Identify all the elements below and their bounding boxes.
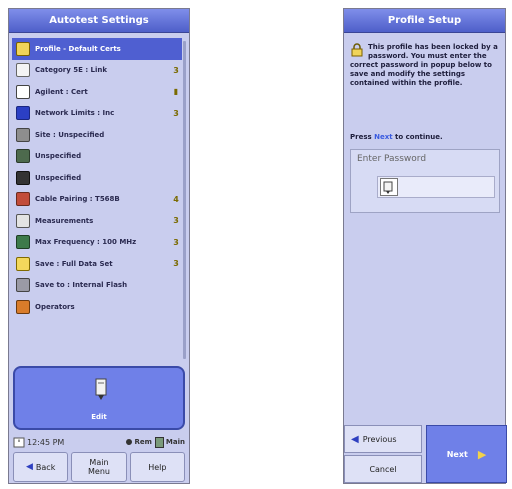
measurements-icon — [16, 213, 30, 228]
save-icon — [16, 256, 30, 271]
clock-icon — [13, 437, 25, 447]
settings-item[interactable]: Cable Pairing : T568B 4 — [12, 189, 182, 211]
previous-button[interactable]: ◀ Previous — [344, 425, 422, 453]
continue-next: Next — [374, 133, 393, 141]
settings-item-label: Operators — [35, 302, 75, 311]
next-button[interactable]: Next ▶ — [426, 425, 507, 483]
password-placeholder: Enter Password — [357, 154, 427, 164]
back-label: Back — [35, 462, 56, 472]
frequency-icon — [16, 235, 30, 250]
settings-item[interactable]: Save : Full Data Set 3 — [12, 253, 182, 275]
previous-arrow-icon: ◀ — [351, 433, 359, 445]
settings-item-label: Site : Unspecified — [35, 130, 105, 139]
settings-item-label: Unspecified — [35, 152, 82, 161]
previous-label: Previous — [362, 434, 397, 444]
edit-label: Edit — [91, 413, 107, 421]
main-menu-label: Main Menu — [88, 458, 110, 476]
continue-pre: Press — [350, 133, 372, 141]
settings-item[interactable]: Site : Unspecified — [12, 124, 182, 146]
keyboard-pen-icon — [383, 181, 393, 194]
status-remote-label: Rem — [134, 438, 152, 446]
settings-item[interactable]: Agilent : Cert ▮ — [12, 81, 182, 103]
continue-post: to continue. — [395, 133, 443, 141]
settings-item[interactable]: Operators — [12, 296, 182, 318]
settings-item[interactable]: Profile - Default Certs — [12, 38, 182, 60]
autotest-settings-title: Autotest Settings — [9, 9, 189, 33]
settings-item-label: Agilent : Cert — [35, 87, 88, 96]
autotest-settings-screen: Autotest Settings Profile - Default Cert… — [8, 8, 190, 484]
continue-message: Press Next to continue. — [350, 133, 443, 141]
settings-item-indicator: 3 — [173, 259, 179, 269]
network-limits-icon — [16, 106, 30, 121]
settings-item-indicator: 3 — [173, 108, 179, 118]
settings-item[interactable]: Save to : Internal Flash — [12, 275, 182, 297]
main-menu-button[interactable]: Main Menu — [71, 452, 127, 482]
settings-item[interactable]: Measurements 3 — [12, 210, 182, 232]
battery-icon — [154, 436, 164, 448]
back-button[interactable]: ◀ Back — [13, 452, 69, 482]
keyboard-button[interactable] — [380, 178, 398, 196]
operators-icon — [16, 299, 30, 314]
help-button[interactable]: Help — [129, 452, 185, 482]
building-icon — [16, 127, 30, 142]
password-input[interactable] — [377, 176, 495, 198]
profile-setup-screen: Profile Setup This profile has been lock… — [343, 8, 507, 484]
settings-item-indicator: 3 — [173, 216, 179, 226]
settings-list: Profile - Default Certs Category 5E : Lin… — [12, 38, 182, 362]
settings-scrollbar[interactable] — [183, 41, 186, 359]
help-label: Help — [148, 462, 167, 472]
next-arrow-icon: ▶ — [477, 447, 487, 461]
settings-item-label: Unspecified — [35, 173, 82, 182]
profile-setup-title: Profile Setup — [344, 9, 505, 33]
status-bar: 12:45 PM Rem Main — [13, 435, 185, 449]
settings-item-label: Save : Full Data Set — [35, 259, 113, 268]
settings-item-label: Cable Pairing : T568B — [35, 195, 120, 204]
password-popup: Enter Password — [350, 149, 500, 213]
settings-item[interactable]: Category 5E : Link 3 — [12, 60, 182, 82]
settings-item-label: Save to : Internal Flash — [35, 281, 128, 290]
settings-item-label: Network Limits : Inc — [35, 109, 115, 118]
settings-item[interactable]: Network Limits : Inc 3 — [12, 103, 182, 125]
document-icon — [16, 63, 30, 78]
storage-icon — [16, 278, 30, 293]
settings-item-label: Profile - Default Certs — [35, 44, 121, 53]
settings-item[interactable]: Max Frequency : 100 MHz 3 — [12, 232, 182, 254]
next-label: Next — [446, 449, 468, 459]
settings-item-indicator: ▮ — [173, 87, 179, 97]
settings-item[interactable]: Unspecified — [12, 146, 182, 168]
status-main-label: Main — [165, 438, 185, 446]
status-time: 12:45 PM — [27, 437, 65, 447]
technician-icon — [16, 149, 30, 164]
tester-icon — [16, 170, 30, 185]
settings-item-label: Category 5E : Link — [35, 66, 108, 75]
settings-item[interactable]: Unspecified — [12, 167, 182, 189]
edit-pen-icon — [95, 378, 107, 400]
settings-item-indicator: 4 — [173, 194, 179, 204]
cancel-label: Cancel — [369, 464, 397, 474]
bottom-buttons: ◀ Back Main Menu Help — [13, 452, 185, 482]
padlock-icon — [16, 41, 30, 56]
cancel-button[interactable]: Cancel — [344, 455, 422, 483]
cable-pairing-icon — [16, 192, 30, 207]
agilent-icon — [16, 84, 30, 99]
status-indicator-remote — [126, 439, 133, 445]
settings-item-label: Max Frequency : 100 MHz — [35, 238, 137, 247]
settings-item-label: Measurements — [35, 216, 94, 225]
back-arrow-icon: ◀ — [25, 461, 33, 472]
settings-item-indicator: 3 — [173, 65, 179, 75]
settings-item-indicator: 3 — [173, 237, 179, 247]
padlock-icon — [351, 43, 363, 57]
lock-message-text: This profile has been locked by a passwo… — [350, 43, 498, 87]
lock-message: This profile has been locked by a passwo… — [350, 43, 500, 88]
edit-button[interactable]: Edit — [13, 366, 185, 430]
